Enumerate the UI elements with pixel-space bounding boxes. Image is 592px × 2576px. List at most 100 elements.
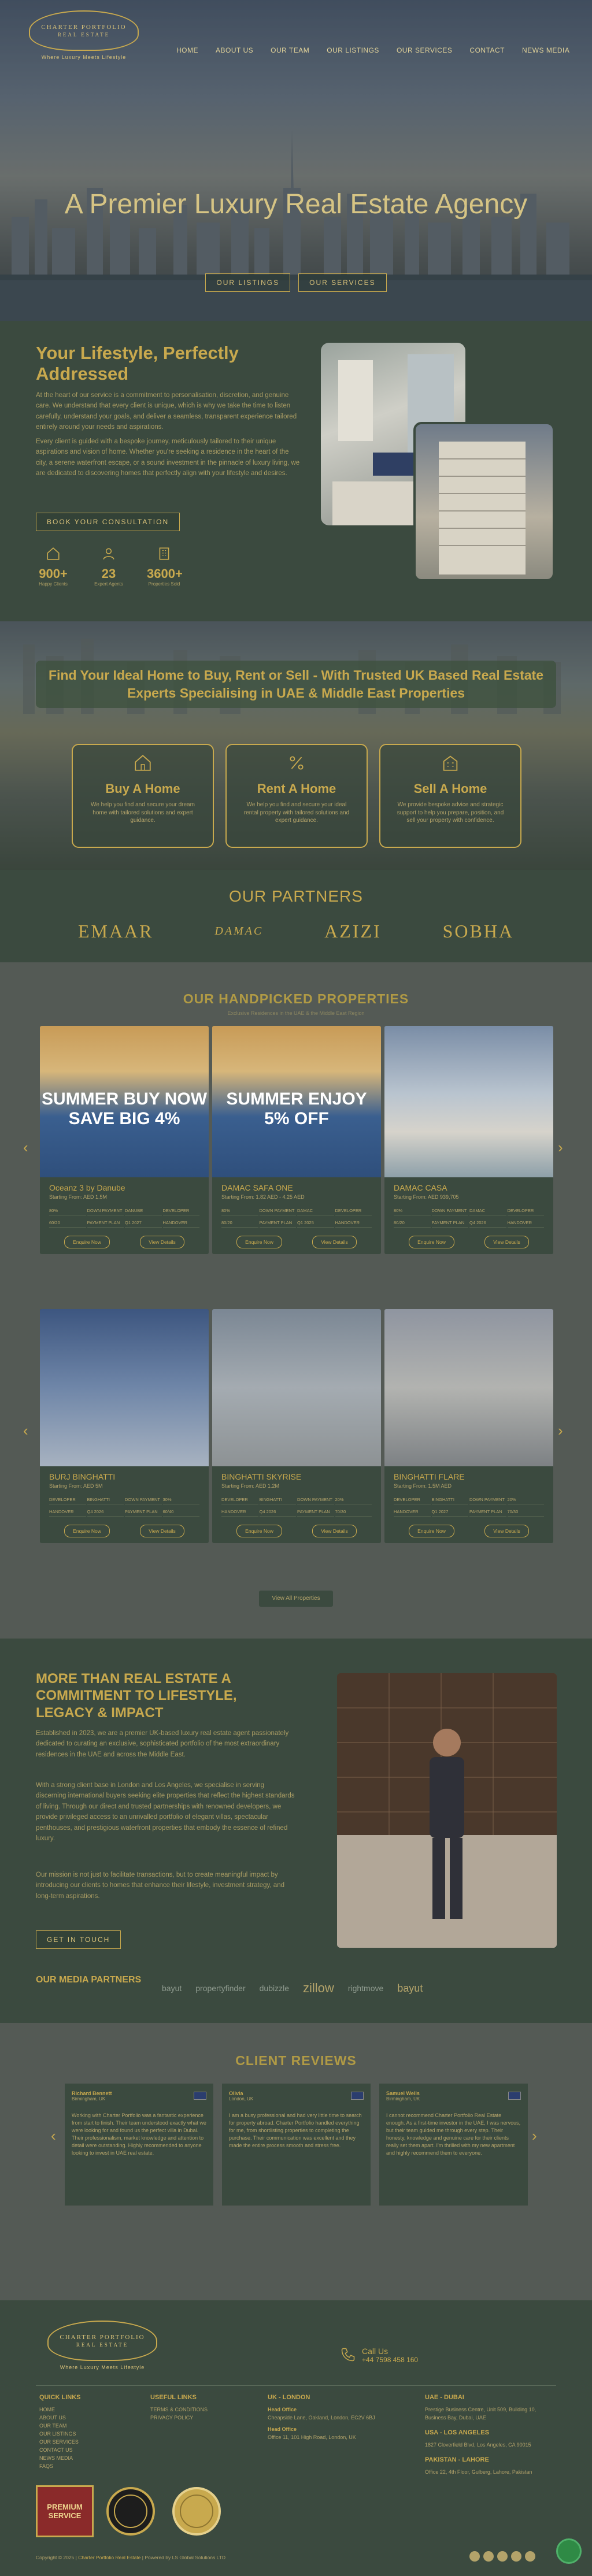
stat-clients-label: Happy Clients	[39, 581, 68, 587]
spec: DEVELOPER	[507, 1208, 544, 1215]
spec: DEVELOPER	[335, 1208, 372, 1215]
chevron-left-icon[interactable]: ‹	[23, 1422, 28, 1440]
nav-about[interactable]: ABOUT US	[216, 46, 253, 54]
footer-link[interactable]: FAQS	[39, 2463, 81, 2471]
property-card[interactable]: BINGHATTI FLARE Starting From: 1.5M AED …	[384, 1309, 553, 1543]
stat-agents-num: 23	[101, 566, 116, 581]
view-details-button[interactable]: View Details	[140, 1236, 184, 1248]
footer-link[interactable]: ABOUT US	[39, 2414, 81, 2422]
site-logo[interactable]: CHARTER PORTFOLIO REAL ESTATE Where Luxu…	[29, 10, 139, 74]
nav-services[interactable]: OUR SERVICES	[397, 46, 452, 54]
view-details-button[interactable]: View Details	[140, 1525, 184, 1537]
chat-widget-icon[interactable]	[556, 2538, 582, 2564]
view-details-button[interactable]: View Details	[484, 1236, 529, 1248]
get-in-touch-button[interactable]: GET IN TOUCH	[36, 1930, 121, 1949]
our-listings-button[interactable]: OUR LISTINGS	[205, 273, 291, 292]
logo-line2: REAL ESTATE	[57, 32, 110, 38]
footer-link[interactable]: OUR LISTINGS	[39, 2430, 81, 2438]
nav-team[interactable]: OUR TEAM	[271, 46, 309, 54]
review-text: I cannot recommend Charter Portfolio Rea…	[386, 2112, 521, 2156]
chevron-left-icon[interactable]: ‹	[51, 2127, 56, 2145]
linkedin-icon[interactable]	[525, 2551, 535, 2562]
property-name: BINGHATTI SKYRISE	[221, 1472, 302, 1481]
office-uae-title: UAE - DUBAI	[425, 2394, 464, 2401]
phone-icon	[341, 2348, 355, 2362]
spec: PAYMENT PLAN	[297, 1509, 334, 1517]
partner-logo-sobha: SOBHA	[442, 921, 515, 942]
buy-home-card[interactable]: Buy A Home We help you find and secure y…	[72, 744, 214, 848]
chevron-right-icon[interactable]: ›	[532, 2127, 537, 2145]
reviewer-location: Birmingham, UK	[72, 2096, 106, 2101]
buy-home-text: We help you find and secure your dream h…	[91, 802, 195, 824]
property-card[interactable]: DAMAC CASA Starting From: AED 939,705 80…	[384, 1026, 553, 1254]
office-pk-title: PAKISTAN - LAHORE	[425, 2456, 489, 2463]
partners-title: OUR PARTNERS	[229, 887, 363, 905]
view-details-button[interactable]: View Details	[484, 1525, 529, 1537]
reviewer-location: Birmingham, UK	[386, 2096, 420, 2101]
office-uk-addr2: Office 11, 101 High Road, London, UK	[268, 2434, 356, 2440]
award-seal-icon	[106, 2487, 155, 2536]
enquire-button[interactable]: Enquire Now	[236, 1236, 282, 1248]
award-badges: PREMIUM SERVICE	[36, 2485, 225, 2537]
footer-link[interactable]: OUR TEAM	[39, 2422, 81, 2430]
instagram-icon[interactable]	[497, 2551, 508, 2562]
spec: DOWN PAYMENT	[469, 1497, 506, 1504]
footer-link[interactable]: OUR SERVICES	[39, 2438, 81, 2447]
enquire-button[interactable]: Enquire Now	[409, 1525, 454, 1537]
copyright-brand[interactable]: Charter Portfolio Real Estate	[78, 2555, 140, 2560]
site-footer: CHARTER PORTFOLIO REAL ESTATE Where Luxu…	[0, 2300, 592, 2576]
stat-agents: 23 Expert Agents	[91, 546, 126, 587]
footer-link[interactable]: CONTACT US	[39, 2447, 81, 2455]
chevron-right-icon[interactable]: ›	[558, 1422, 563, 1440]
partners-section: OUR PARTNERS EMAAR DAMAC AZIZI SOBHA	[0, 870, 592, 962]
enquire-button[interactable]: Enquire Now	[409, 1236, 454, 1248]
view-all-properties-button[interactable]: View All Properties	[259, 1591, 333, 1607]
enquire-button[interactable]: Enquire Now	[64, 1236, 110, 1248]
promo-text: SUMMER ENJOY 5% OFF	[226, 1089, 367, 1128]
property-card[interactable]: BURJ BINGHATTI Starting From: AED 5M DEV…	[40, 1309, 209, 1543]
footer-link[interactable]: NEWS MEDIA	[39, 2455, 81, 2463]
spec: Q1 2027	[125, 1220, 162, 1228]
call-us-block[interactable]: Call Us +44 7598 458 160	[340, 2347, 418, 2364]
buy-home-title: Buy A Home	[105, 781, 180, 796]
book-consultation-button[interactable]: BOOK YOUR CONSULTATION	[36, 513, 180, 531]
footer-link[interactable]: PRIVACY POLICY	[150, 2414, 208, 2422]
footer-link[interactable]: HOME	[39, 2406, 81, 2414]
media-logo: propertyfinder	[195, 1984, 246, 1993]
reviews-section: CLIENT REVIEWS ‹ › Richard Bennett Birmi…	[0, 2023, 592, 2300]
chevron-left-icon[interactable]: ‹	[23, 1139, 28, 1157]
office-usa-title: USA - LOS ANGELES	[425, 2429, 490, 2436]
property-name: DAMAC CASA	[394, 1183, 447, 1192]
nav-contact[interactable]: CONTACT	[469, 46, 505, 54]
spec: DOWN PAYMENT	[431, 1208, 468, 1215]
view-details-button[interactable]: View Details	[312, 1236, 357, 1248]
footer-logo[interactable]: CHARTER PORTFOLIO REAL ESTATE Where Luxu…	[47, 2321, 157, 2384]
nav-listings[interactable]: OUR LISTINGS	[327, 46, 379, 54]
our-services-button[interactable]: OUR SERVICES	[298, 273, 387, 292]
nav-news[interactable]: NEWS MEDIA	[522, 46, 569, 54]
whatsapp-icon[interactable]	[483, 2551, 494, 2562]
property-name: DAMAC SAFA ONE	[221, 1183, 293, 1192]
media-logo: bayut	[397, 1982, 423, 1994]
view-details-button[interactable]: View Details	[312, 1525, 357, 1537]
properties-subtitle: Exclusive Residences in the UAE & the Mi…	[227, 1010, 365, 1016]
spec: Q4 2026	[469, 1220, 506, 1228]
facebook-icon[interactable]	[469, 2551, 480, 2562]
property-card[interactable]: SUMMER ENJOY 5% OFF DAMAC SAFA ONE Start…	[212, 1026, 381, 1254]
enquire-button[interactable]: Enquire Now	[236, 1525, 282, 1537]
user-icon	[103, 548, 114, 560]
rent-home-card[interactable]: Rent A Home We help you find and secure …	[225, 744, 368, 848]
property-image	[40, 1309, 209, 1466]
tiktok-icon[interactable]	[511, 2551, 521, 2562]
property-price: Starting From: 1.5M AED	[394, 1483, 452, 1489]
property-specs: 80% DOWN PAYMENT DAMAC DEVELOPER 80/20 PAYME…	[394, 1208, 544, 1228]
enquire-button[interactable]: Enquire Now	[64, 1525, 110, 1537]
nav-home[interactable]: HOME	[176, 46, 198, 54]
property-card[interactable]: SUMMER BUY NOW SAVE BIG 4% Oceanz 3 by D…	[40, 1026, 209, 1254]
property-card[interactable]: BINGHATTI SKYRISE Starting From: AED 1.2…	[212, 1309, 381, 1543]
chevron-right-icon[interactable]: ›	[558, 1139, 563, 1157]
footer-link[interactable]: TERMS & CONDITIONS	[150, 2406, 208, 2414]
sell-home-card[interactable]: Sell A Home We provide bespoke advice an…	[379, 744, 521, 848]
property-image: SUMMER ENJOY 5% OFF	[212, 1026, 381, 1177]
property-image: SUMMER BUY NOW SAVE BIG 4%	[40, 1026, 209, 1177]
